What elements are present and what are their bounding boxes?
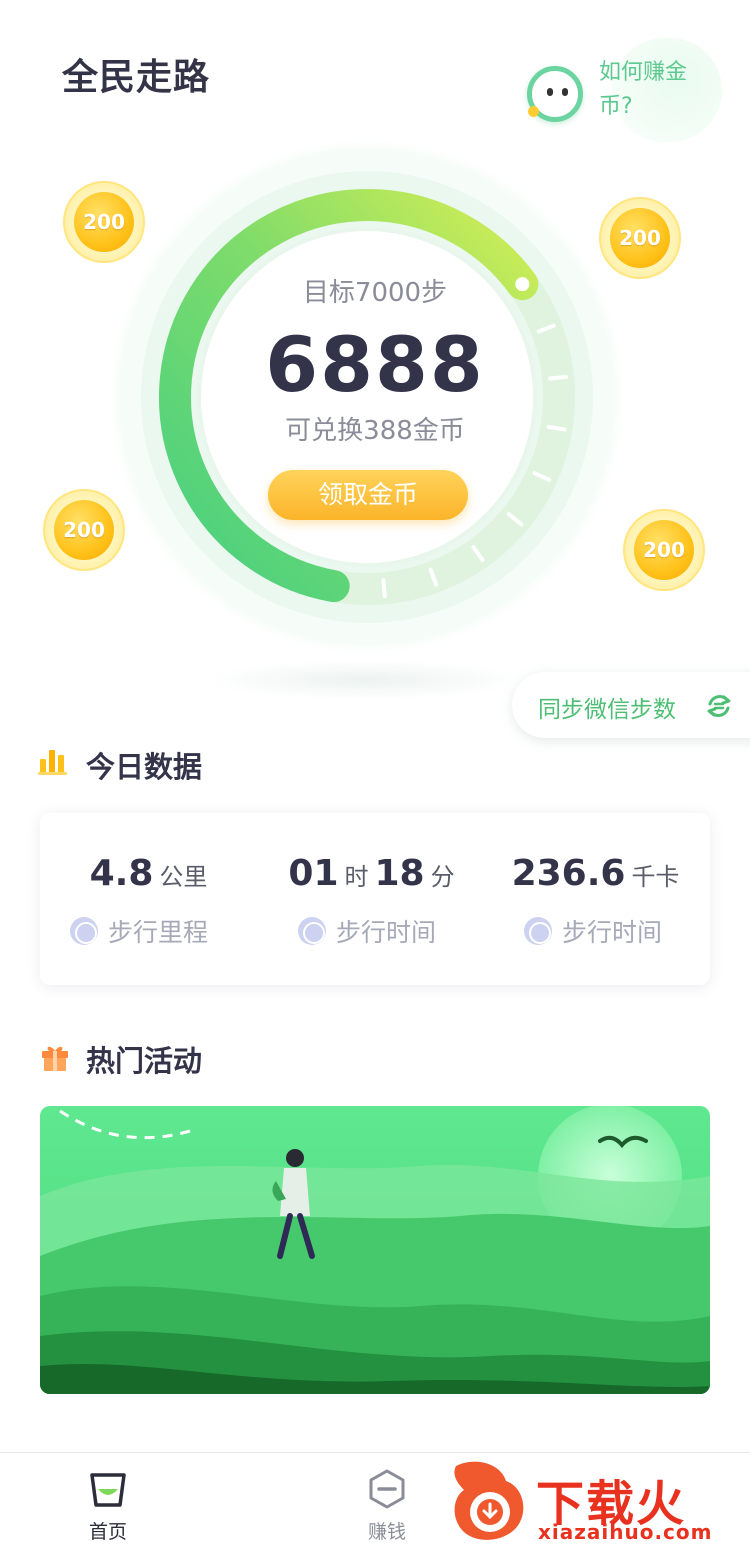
tab-home[interactable]: 首页: [48, 1467, 168, 1544]
coin-value: 200: [610, 208, 670, 268]
tab-earn[interactable]: 赚钱: [327, 1467, 447, 1544]
hours-unit: 时: [344, 863, 369, 891]
distance-value: 4.8: [89, 853, 154, 894]
minutes-value: 18: [374, 853, 425, 894]
calories-value: 236.6: [511, 853, 626, 894]
clock-icon: [70, 917, 98, 945]
time-stat: 01 时 18 分: [263, 853, 486, 894]
bar-chart-icon: [38, 750, 67, 775]
coin-bubble[interactable]: 200: [623, 509, 705, 591]
gift-icon: [42, 1046, 68, 1071]
distance-stat: 4.8 公里: [40, 853, 263, 894]
calories-stat: 236.6 千卡: [487, 853, 710, 894]
sync-wechat-steps-button[interactable]: 同步微信步数: [512, 672, 750, 738]
watermark-url: xiazaihuo.com: [538, 1520, 713, 1544]
hexagon-coin-icon: [369, 1469, 405, 1509]
tab-home-label: 首页: [88, 1521, 127, 1543]
coin-value: 200: [54, 500, 114, 560]
coin-bubble[interactable]: 200: [63, 181, 145, 263]
coin-bubble[interactable]: 200: [599, 197, 681, 279]
help-text: 如何赚金币?: [599, 60, 688, 119]
app-title: 全民走路: [62, 57, 211, 98]
ring-shadow: [205, 660, 525, 700]
distance-unit: 公里: [159, 863, 208, 891]
minutes-unit: 分: [430, 863, 455, 891]
today-stats-card: 4.8 公里 步行里程 01 时 18 分 步行时间 236.6 千卡 步行时间: [40, 813, 710, 985]
today-data-title: 今日数据: [86, 750, 203, 784]
tab-earn-label: 赚钱: [367, 1521, 406, 1543]
distance-label: 步行里程: [70, 913, 208, 949]
help-earn-coins-button[interactable]: 如何赚金币?: [527, 38, 722, 142]
sync-label: 同步微信步数: [538, 697, 676, 723]
mascot-icon: [527, 66, 583, 122]
coin-value: 200: [634, 520, 694, 580]
activity-banner[interactable]: [40, 1106, 710, 1394]
calories-unit: 千卡: [631, 863, 680, 891]
hot-activities-title: 热门活动: [86, 1044, 203, 1078]
watermark: 下载火 xiazaihuo.com: [440, 1452, 750, 1550]
flame-logo-icon: [454, 1461, 524, 1540]
hours-value: 01: [288, 853, 339, 894]
progress-tick: [381, 578, 387, 599]
clock-icon: [298, 917, 326, 945]
refresh-icon: [707, 695, 731, 717]
coin-bubble[interactable]: 200: [43, 489, 125, 571]
step-count: 6888: [265, 320, 485, 409]
banner-illustration: [40, 1106, 710, 1394]
coin-value: 200: [74, 192, 134, 252]
calories-label: 步行时间: [524, 913, 662, 949]
time-label: 步行时间: [298, 913, 436, 949]
claim-coins-button[interactable]: 领取金币: [268, 470, 468, 520]
home-basket-icon: [90, 1473, 126, 1507]
clock-icon: [524, 917, 552, 945]
exchange-text: 可兑换388金币: [285, 416, 465, 446]
